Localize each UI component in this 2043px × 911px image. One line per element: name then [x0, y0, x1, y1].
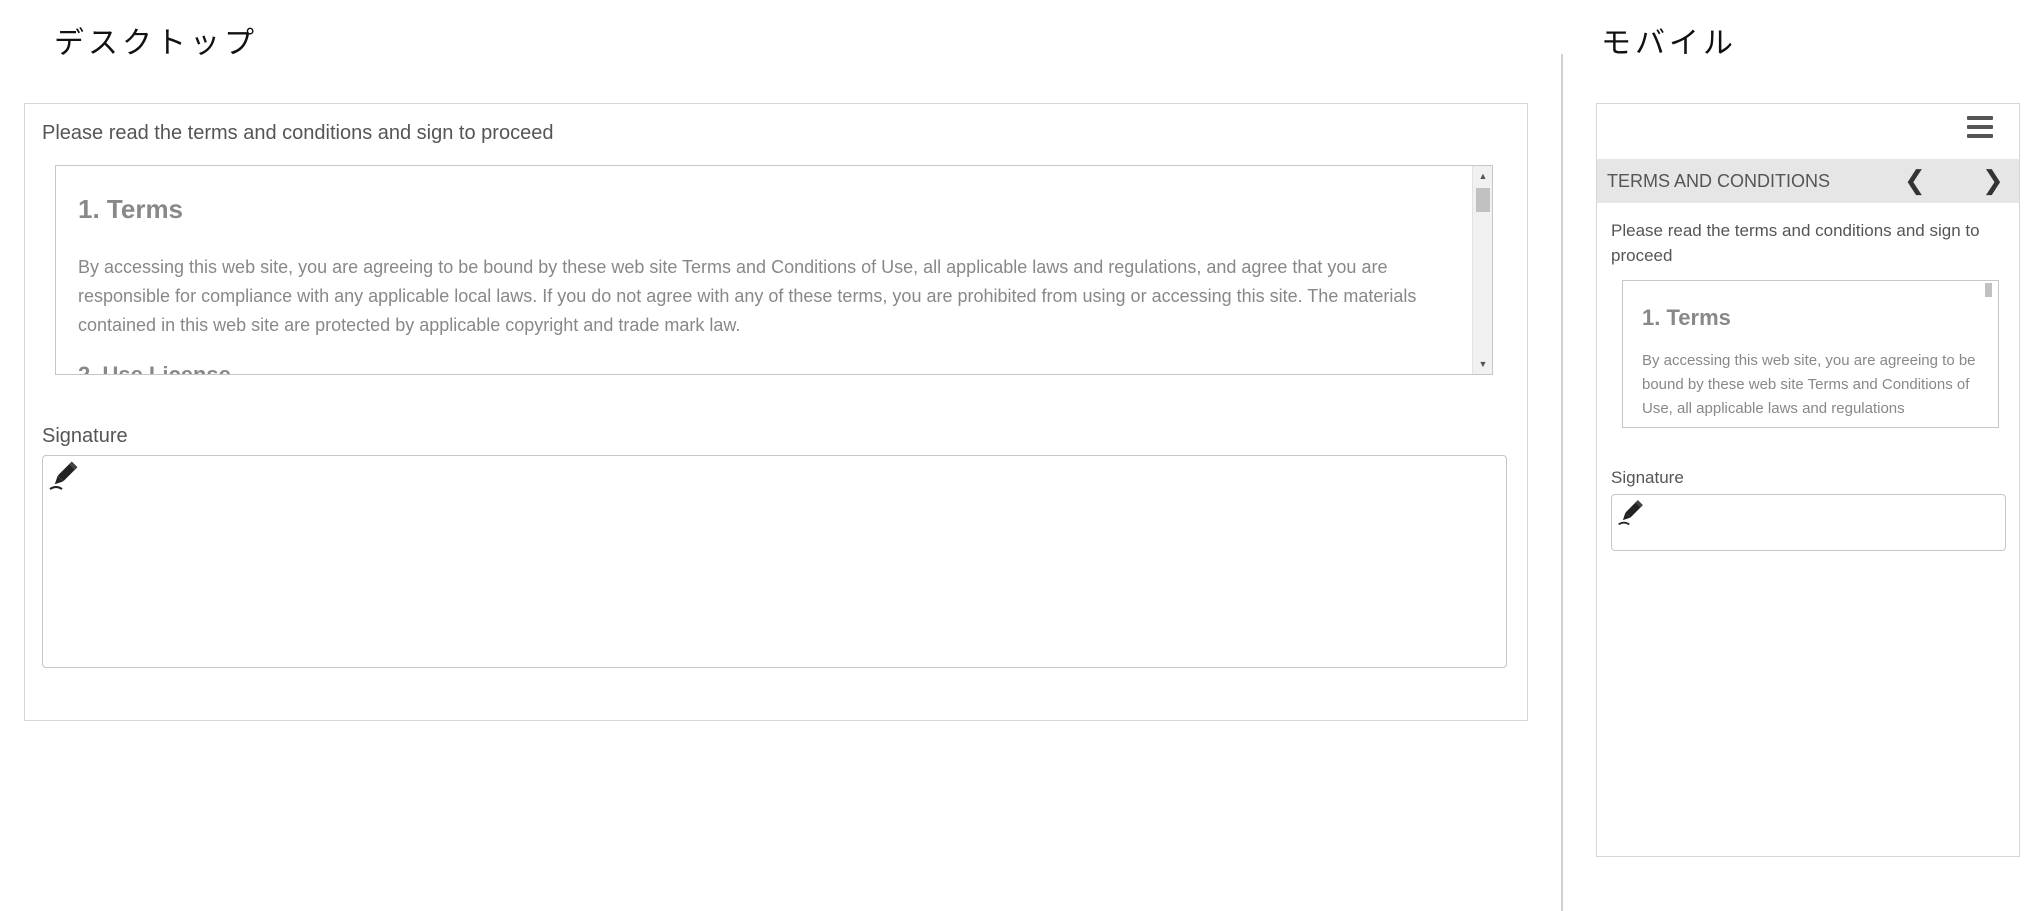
mobile-navbar: TERMS AND CONDITIONS ❮ ❯	[1597, 159, 2019, 203]
mobile-form-panel: TERMS AND CONDITIONS ❮ ❯ Please read the…	[1596, 103, 2020, 857]
scroll-up-arrow-icon[interactable]: ▲	[1473, 166, 1492, 186]
scroll-thumb[interactable]	[1476, 188, 1490, 212]
terms-section-body: By accessing this web site, you are agre…	[78, 257, 1417, 335]
mobile-terms-title: 1. Terms	[1642, 305, 1731, 330]
chevron-right-icon[interactable]: ❯	[1982, 167, 2004, 193]
mobile-terms-content: 1. Terms By accessing this web site, you…	[1642, 305, 1980, 421]
mobile-instruction-text: Please read the terms and conditions and…	[1611, 221, 1980, 265]
desktop-terms-scrollbox[interactable]: 1. Terms By accessing this web site, you…	[55, 165, 1493, 375]
terms-scrollbar[interactable]: ▲ ▼	[1472, 166, 1492, 374]
mobile-terms-body: By accessing this web site, you are agre…	[1642, 352, 1976, 417]
pen-icon	[49, 461, 78, 490]
chevron-left-icon[interactable]: ❮	[1904, 167, 1926, 193]
mobile-nav-title: TERMS AND CONDITIONS	[1607, 171, 1831, 191]
desktop-form-panel: Please read the terms and conditions and…	[24, 103, 1528, 721]
mobile-signature-pad[interactable]	[1611, 494, 2006, 551]
hamburger-menu-icon[interactable]	[1967, 116, 1993, 142]
terms-section-title: 1. Terms	[78, 194, 184, 224]
desktop-signature-label: Signature	[42, 425, 128, 447]
desktop-signature-pad[interactable]	[42, 455, 1507, 668]
desktop-heading: デスクトップ	[54, 26, 258, 61]
pen-icon	[1618, 500, 1643, 526]
section-divider	[1561, 54, 1563, 911]
desktop-instruction-text: Please read the terms and conditions and…	[42, 122, 554, 144]
mobile-terms-scrollbox[interactable]: 1. Terms By accessing this web site, you…	[1622, 280, 1999, 428]
mobile-signature-label: Signature	[1611, 468, 1684, 487]
mobile-heading: モバイル	[1601, 26, 1737, 61]
terms-content: 1. Terms By accessing this web site, you…	[78, 194, 1452, 375]
terms-next-section-title: 2. Use License	[78, 362, 231, 375]
scroll-down-arrow-icon[interactable]: ▼	[1473, 354, 1492, 374]
mobile-scroll-thumb[interactable]	[1985, 283, 1992, 297]
